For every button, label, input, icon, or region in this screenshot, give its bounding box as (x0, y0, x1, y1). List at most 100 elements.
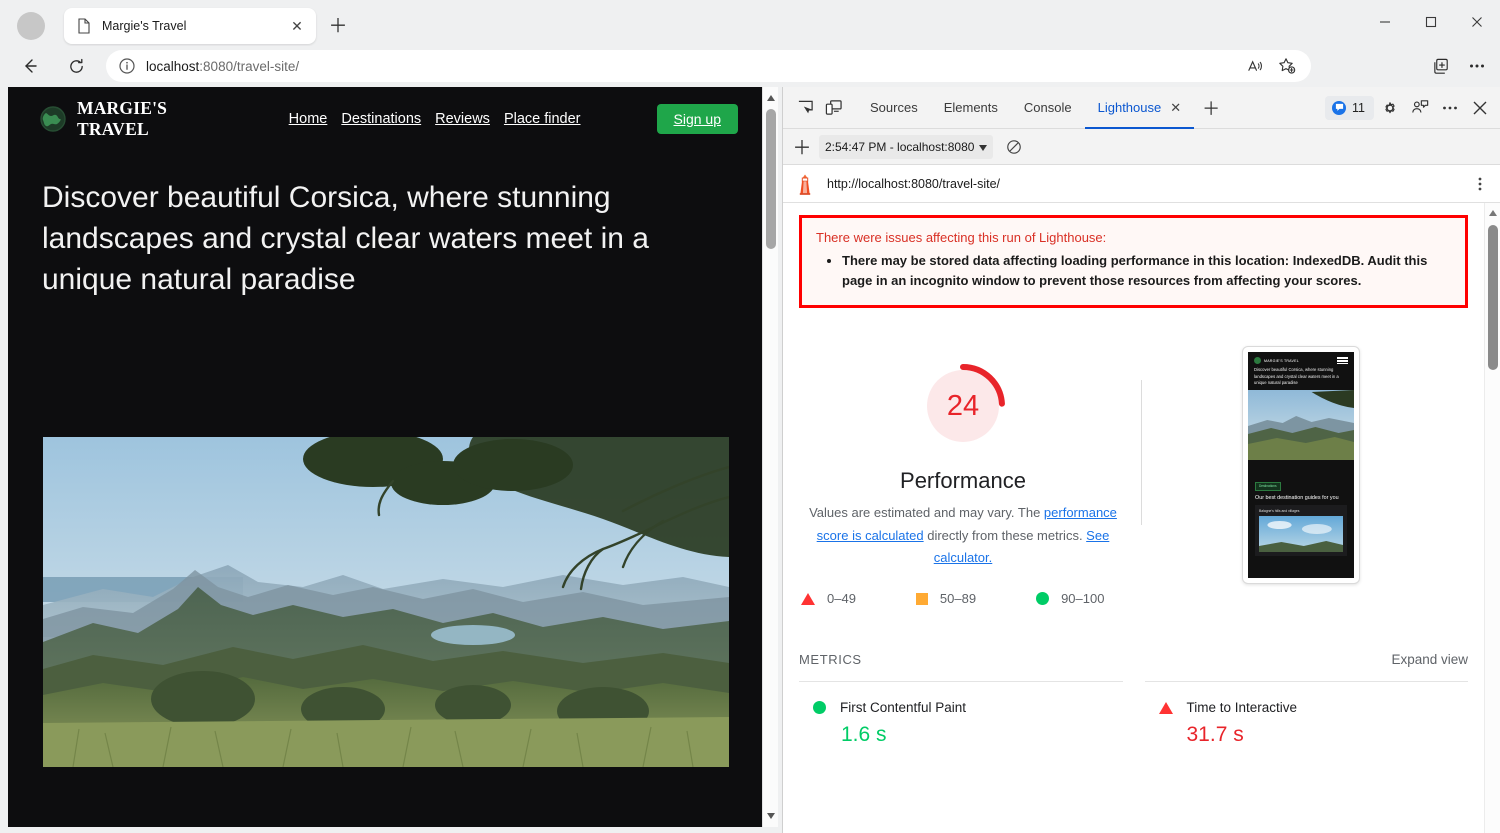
page-icon (76, 18, 92, 34)
metric-name: First Contentful Paint (840, 700, 967, 716)
browser-toolbar-actions (1424, 50, 1494, 82)
devtools-tabs: Sources Elements Console Lighthouse ✕ ＋ (857, 87, 1224, 129)
devtools-tabbar: Sources Elements Console Lighthouse ✕ ＋ … (783, 87, 1500, 129)
hero-image (43, 437, 729, 767)
legend-item-pass: 90–100 (1036, 591, 1104, 606)
nav-link-place-finder[interactable]: Place finder (504, 111, 581, 127)
thumb-card-title: Balagne's hills and villages (1259, 508, 1300, 513)
tab-console[interactable]: Console (1011, 87, 1085, 129)
travel-site: MARGIE'S TRAVEL Home Destinations Review… (8, 87, 762, 827)
chevron-down-icon (979, 140, 988, 154)
close-icon[interactable]: ✕ (1170, 100, 1181, 116)
run-selector-label: 2:54:47 PM - localhost:8080 (825, 139, 975, 154)
score-desc-pre: Values are estimated and may vary. The (809, 505, 1044, 521)
more-ellipsis-icon[interactable] (1460, 50, 1494, 82)
metric-first-contentful-paint[interactable]: First Contentful Paint 1.6 s (799, 681, 1123, 747)
feedback-icon[interactable] (1406, 94, 1434, 122)
more-vertical-icon[interactable] (1468, 172, 1492, 196)
info-circle-icon[interactable] (118, 57, 136, 75)
report-url-row: http://localhost:8080/travel-site/ (783, 165, 1500, 203)
device-toolbar-icon[interactable] (819, 94, 847, 122)
metrics-grid: First Contentful Paint 1.6 s Time to Int… (799, 681, 1468, 747)
globe-icon (1254, 357, 1261, 365)
report-content: There were issues affecting this run of … (783, 203, 1484, 833)
tab-elements[interactable]: Elements (931, 87, 1011, 129)
nav-link-home[interactable]: Home (289, 111, 328, 127)
score-legend: 0–49 50–89 90–100 (797, 591, 1129, 606)
performance-score-card: 24 Performance Values are estimated and … (797, 360, 1129, 606)
url-text: localhost:8080/travel-site/ (146, 59, 299, 74)
lighthouse-subbar: ＋ 2:54:47 PM - localhost:8080 (783, 129, 1500, 165)
issue-bubble-icon (1332, 100, 1347, 115)
maximize-icon[interactable] (1408, 0, 1454, 44)
metric-value: 31.7 s (1186, 723, 1244, 747)
lighthouse-report: There were issues affecting this run of … (783, 203, 1500, 833)
brand-name: MARGIE'S TRAVEL (77, 98, 168, 139)
reload-icon[interactable] (60, 50, 92, 82)
tab-label: Sources (870, 100, 918, 115)
metric-value: 1.6 s (841, 723, 887, 747)
issues-count: 11 (1352, 100, 1365, 115)
scrollbar-thumb[interactable] (1488, 225, 1498, 370)
tab-label: Elements (943, 100, 998, 115)
window-controls (1362, 0, 1500, 44)
thumb-card-image (1259, 515, 1343, 552)
clear-all-icon[interactable] (1001, 134, 1027, 160)
close-devtools-icon[interactable] (1466, 94, 1494, 122)
square-icon (915, 592, 928, 605)
close-icon[interactable]: ✕ (286, 15, 308, 37)
issues-badge[interactable]: 11 (1325, 95, 1374, 120)
nav-link-destinations[interactable]: Destinations (341, 111, 421, 127)
devtools-actions: 11 (1325, 94, 1494, 122)
back-arrow-icon[interactable] (14, 50, 46, 82)
thumb-hero-text: Discover beautiful Corsica, where stunni… (1254, 367, 1339, 386)
add-favorite-star-icon[interactable] (1273, 52, 1301, 80)
legend-label: 50–89 (939, 591, 977, 607)
phone-frame: MARGIE'S TRAVEL Discover beautiful Corsi… (1242, 346, 1360, 585)
thumb-brand-name: MARGIE'S TRAVEL (1264, 358, 1299, 363)
circle-icon (813, 701, 826, 715)
nav-link-reviews[interactable]: Reviews (435, 111, 490, 127)
metrics-header: METRICS Expand view (799, 652, 1468, 667)
sign-up-button[interactable]: Sign up (656, 104, 738, 134)
run-selector[interactable]: 2:54:47 PM - localhost:8080 (819, 134, 994, 159)
hero-heading: Discover beautiful Corsica, where stunni… (42, 181, 649, 296)
expand-view-button[interactable]: Expand view (1391, 652, 1468, 667)
collections-icon[interactable] (1424, 50, 1458, 82)
minimize-icon[interactable] (1362, 0, 1408, 44)
add-panel-button[interactable]: ＋ (1198, 95, 1224, 121)
tab-sources[interactable]: Sources (857, 87, 931, 129)
scrollbar-thumb[interactable] (766, 109, 776, 249)
more-ellipsis-icon[interactable] (1436, 94, 1464, 122)
metric-time-to-interactive[interactable]: Time to Interactive 31.7 s (1144, 681, 1468, 747)
thumb-brand: MARGIE'S TRAVEL (1254, 357, 1299, 365)
tab-lighthouse[interactable]: Lighthouse ✕ (1085, 87, 1195, 129)
tab-label: Lighthouse (1097, 100, 1162, 115)
scroll-up-arrow-icon[interactable] (1485, 206, 1500, 220)
gear-icon[interactable] (1376, 94, 1404, 122)
profile-avatar[interactable] (17, 12, 45, 40)
metric-name: Time to Interactive (1186, 700, 1298, 716)
new-tab-button[interactable]: ＋ (326, 14, 350, 38)
inspect-element-icon[interactable] (791, 94, 819, 122)
site-brand[interactable]: MARGIE'S TRAVEL (40, 98, 203, 140)
page-thumbnail: MARGIE'S TRAVEL Discover beautiful Corsi… (1242, 346, 1360, 606)
run-warnings: There were issues affecting this run of … (799, 215, 1468, 309)
score-gauge: 24 (917, 360, 1009, 452)
site-nav: Home Destinations Reviews Place finder (289, 111, 581, 127)
scroll-down-arrow-icon[interactable] (763, 807, 778, 825)
address-bar[interactable]: localhost:8080/travel-site/ (106, 50, 1311, 82)
browser-tab[interactable]: Margie's Travel ✕ (64, 8, 316, 44)
close-icon[interactable] (1454, 0, 1500, 44)
new-report-button[interactable]: ＋ (789, 134, 815, 160)
globe-icon (40, 106, 66, 132)
tab-strip: Margie's Travel ✕ ＋ (0, 0, 1500, 46)
scroll-up-arrow-icon[interactable] (763, 89, 778, 107)
page-scrollbar[interactable] (762, 87, 778, 827)
report-scrollbar[interactable] (1484, 203, 1500, 833)
thumb-section-title: Our best destination guides for you (1255, 494, 1339, 501)
legend-label: 90–100 (1061, 591, 1105, 607)
legend-label: 0–49 (827, 591, 856, 607)
legend-item-fail: 0–49 (801, 591, 856, 606)
read-aloud-icon[interactable] (1241, 52, 1269, 80)
